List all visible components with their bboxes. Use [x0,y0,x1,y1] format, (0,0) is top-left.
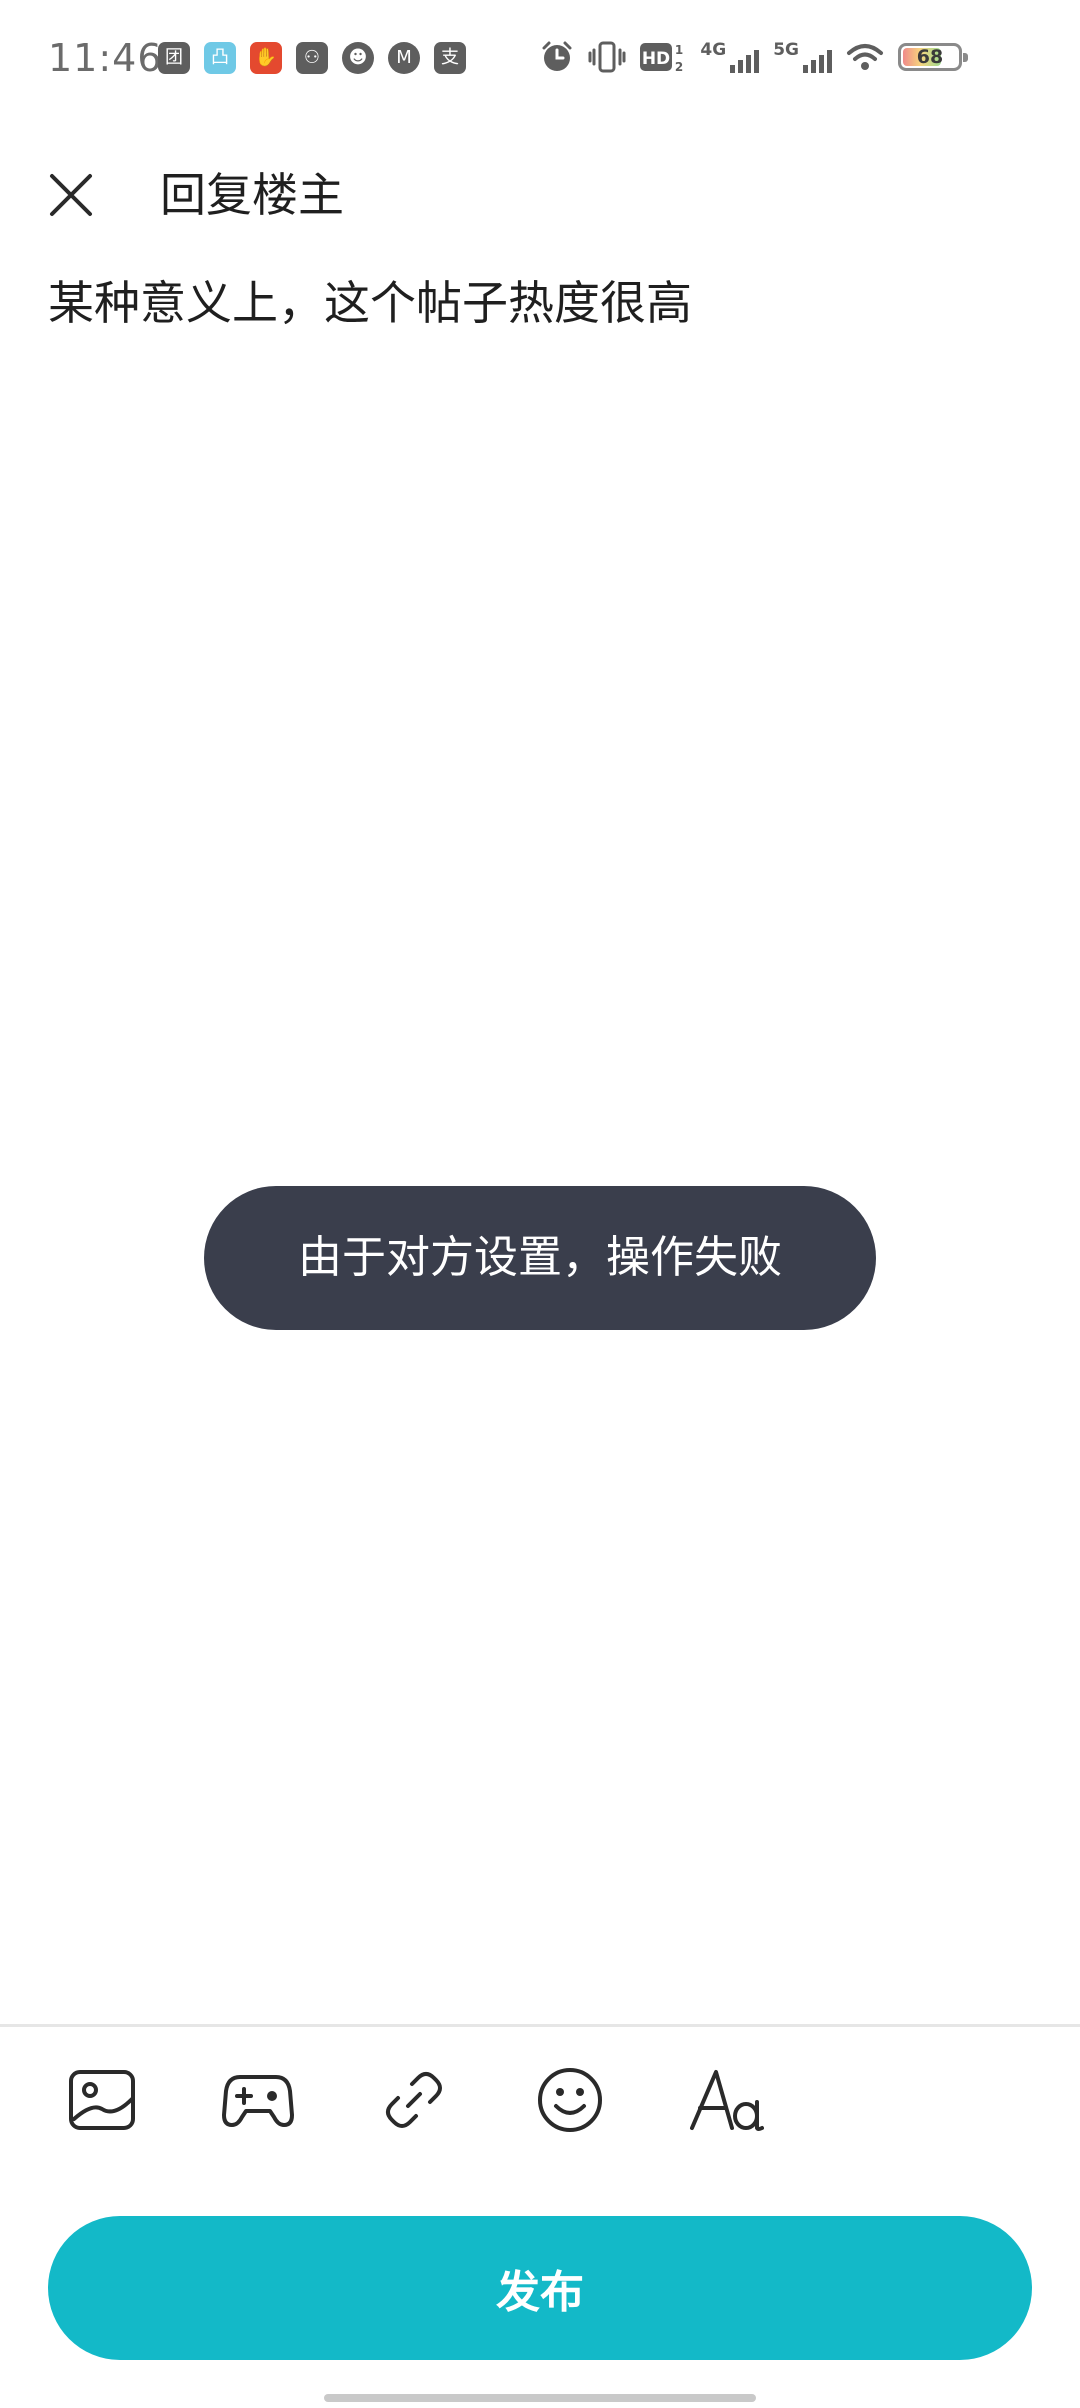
text-format-button[interactable] [688,2062,764,2138]
network-type-label: 5G [773,40,799,60]
red-app-icon: ✋ [250,42,282,74]
svg-text:1: 1 [675,43,683,57]
toast-message: 由于对方设置，操作失败 [204,1186,876,1330]
insert-image-button[interactable] [64,2062,140,2138]
hd-icon: HD 1 2 [640,43,684,74]
signal-5g: 5G [773,41,832,73]
signal-4g: 4G [700,40,760,73]
cyan-app-icon: 凸 [204,42,236,74]
close-button[interactable] [40,164,102,226]
editor-toolbar [0,2050,1080,2146]
battery-level: 68 [916,46,944,68]
signal-bars-icon [803,50,832,73]
insert-game-button[interactable] [220,2062,296,2138]
svg-text:HD: HD [642,49,670,69]
alarm-icon [542,41,572,71]
signal-bars-icon [730,50,760,73]
header: 回复楼主 [0,150,1080,240]
insert-emoji-button[interactable] [532,2062,608,2138]
game-app-icon: ⚇ [296,42,328,74]
cat-app-icon: ☻ [342,42,374,74]
network-type-label: 4G [700,40,727,60]
home-indicator[interactable] [324,2394,756,2402]
emoji-icon [538,2068,602,2132]
wifi-icon [847,44,883,70]
reply-text-area[interactable]: 某种意义上，这个帖子热度很高 [48,270,1032,1970]
notification-icons: 团 凸 ✋ ⚇ ☻ M 支 [158,42,466,74]
link-icon [386,2072,442,2128]
vibrate-icon [588,41,626,73]
battery-icon: 68 [898,43,968,71]
page-title: 回复楼主 [160,168,344,222]
gamepad-icon [222,2075,294,2127]
close-icon [50,174,92,216]
system-icons: HD 1 2 4G 5G 68 [540,40,968,74]
tuan-app-icon: 团 [158,42,190,74]
image-icon [69,2070,135,2130]
alipay-app-icon: 支 [434,42,466,74]
insert-link-button[interactable] [376,2062,452,2138]
status-bar: 11:46 团 凸 ✋ ⚇ ☻ M 支 HD 1 2 4G 5G 68 [0,0,1080,122]
svg-text:2: 2 [675,60,683,74]
publish-button[interactable]: 发布 [48,2216,1032,2360]
mountain-app-icon: M [388,42,420,74]
text-format-icon [690,2070,764,2131]
toolbar-divider [0,2024,1080,2027]
status-time: 11:46 [48,36,163,80]
